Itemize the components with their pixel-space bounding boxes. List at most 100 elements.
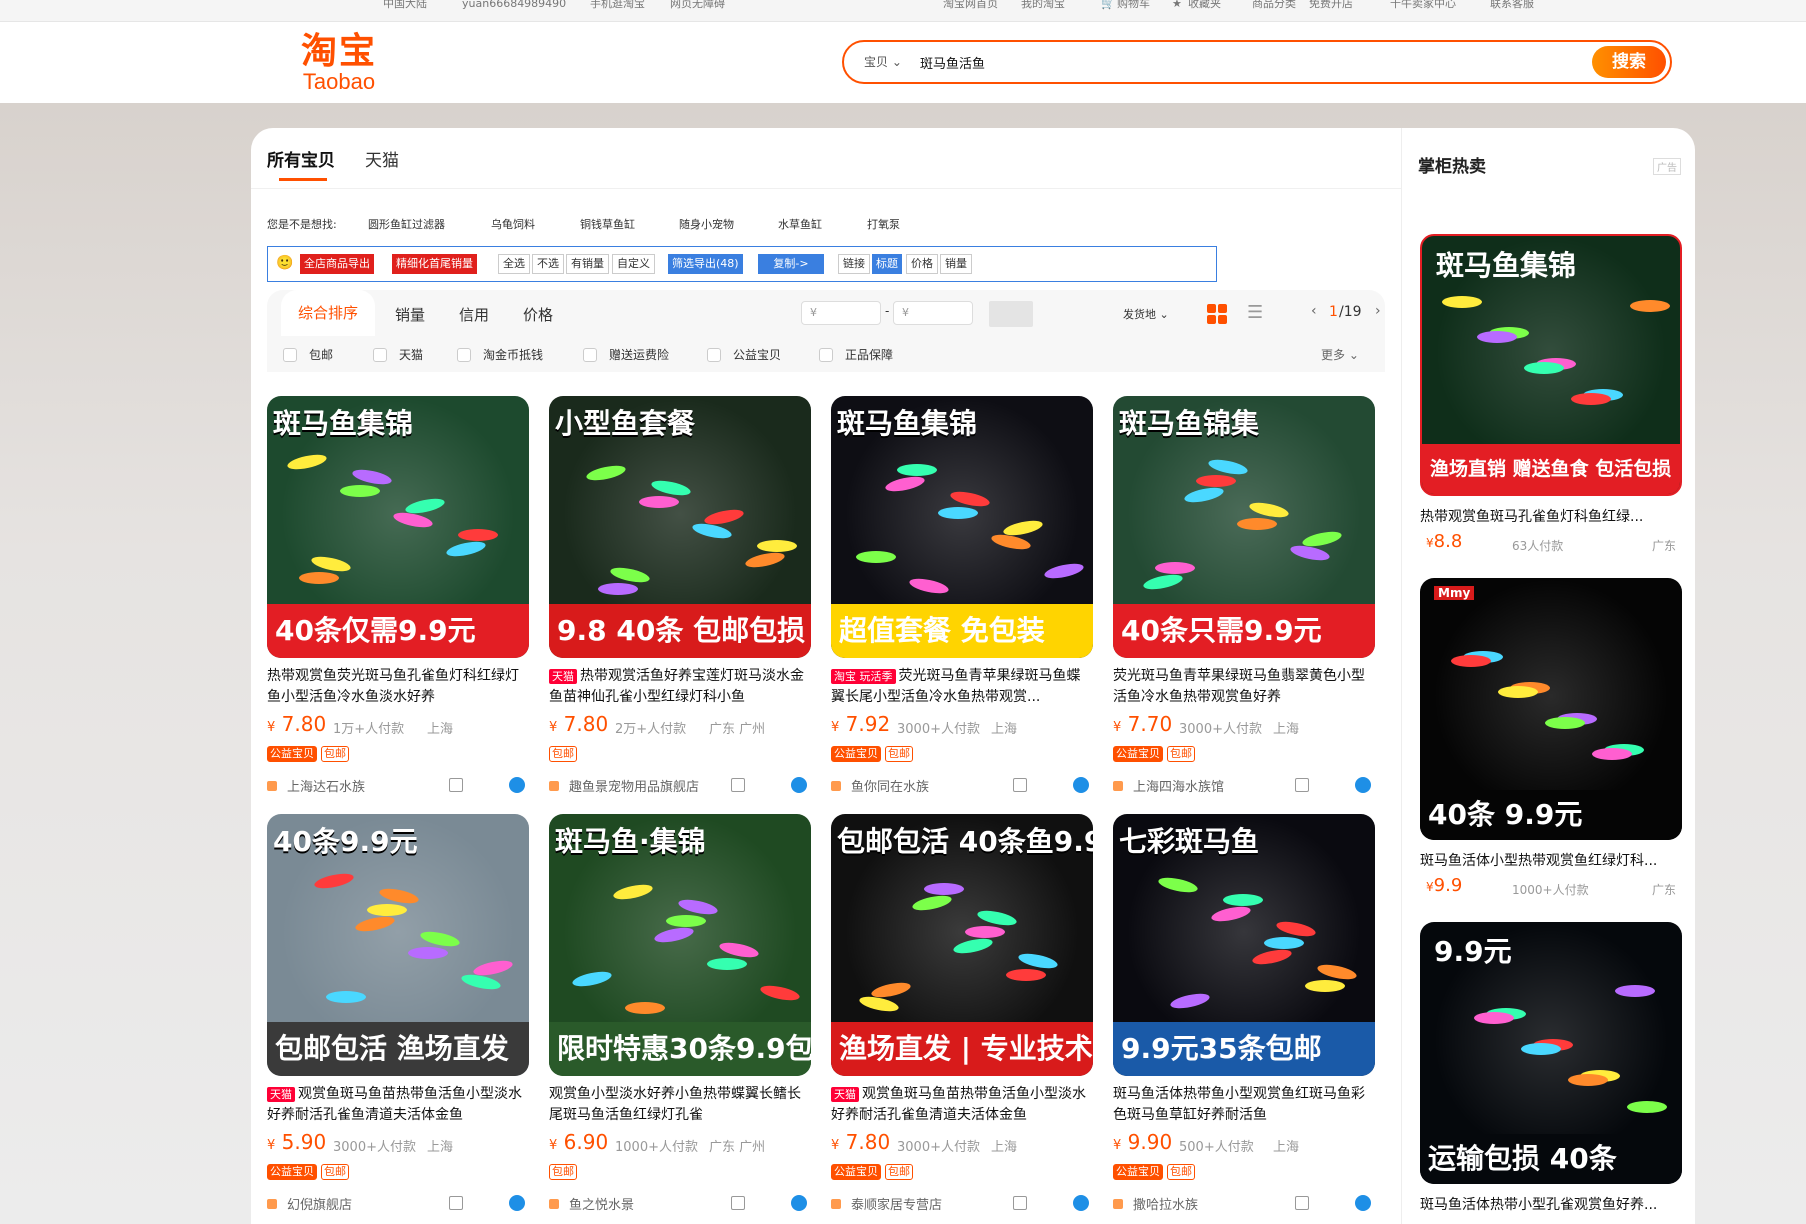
related-search-item[interactable]: 圆形鱼缸过滤器 [368,216,445,232]
copy-link-option[interactable]: 链接 [838,254,870,274]
filter-tmall[interactable]: 天猫 [373,346,423,363]
wangwang-chat-icon[interactable] [509,1195,525,1211]
checkbox[interactable] [283,348,297,362]
compare-checkbox[interactable] [1295,1196,1309,1210]
price-max-input[interactable]: ¥ [893,301,973,325]
sidebar-product-image[interactable]: 斑马鱼集锦 渔场直销 赠送鱼食 包活包损 [1420,234,1682,496]
service-link[interactable]: 联系客服 [1490,0,1534,10]
wangwang-chat-icon[interactable] [791,1195,807,1211]
product-card[interactable]: 斑马鱼锦集 40条只需9.9元 荧光斑马鱼青苹果绿斑马鱼翡翠黄色小型活鱼冷水鱼热… [1113,396,1375,796]
related-search-item[interactable]: 水草鱼缸 [778,216,822,232]
search-button[interactable]: 搜索 [1592,46,1666,78]
sidebar-product-title[interactable]: 热带观赏鱼斑马孔雀鱼灯科鱼红绿... [1420,506,1682,526]
filter-coins[interactable]: 淘金币抵钱 [457,346,543,363]
shop-link[interactable]: 上海达石水族 [267,776,365,795]
product-title[interactable]: 天猫 观赏鱼斑马鱼苗热带鱼活鱼小型淡水好养耐活孔雀鱼清道夫活体金鱼 [831,1084,1093,1126]
related-search-item[interactable]: 铜钱草鱼缸 [580,216,635,232]
product-image[interactable]: 包邮包活 40条鱼9.9 渔场直发 | 专业技术指导 [831,814,1093,1076]
shop-link[interactable]: 幻倪旗舰店 [267,1194,352,1213]
related-search-item[interactable]: 打氧泵 [867,216,900,232]
search-scope-dropdown[interactable]: 宝贝 ⌄ [864,53,902,70]
shop-link[interactable]: 趣鱼景宠物用品旗舰店 [549,776,699,795]
product-card[interactable]: 七彩斑马鱼 9.9元35条包邮 斑马鱼活体热带鱼小型观赏鱼红斑马鱼彩色斑马鱼草缸… [1113,814,1375,1214]
wangwang-chat-icon[interactable] [1073,1195,1089,1211]
more-filters-button[interactable]: 更多 ⌄ [1321,346,1359,363]
sidebar-product-image[interactable]: Mmy 40条 9.9元 [1420,578,1682,840]
next-page-icon[interactable]: › [1375,303,1381,319]
wangwang-chat-icon[interactable] [1355,1195,1371,1211]
export-all-button[interactable]: 全店商品导出 [300,254,374,274]
open-shop-link[interactable]: 免费开店 [1309,0,1353,10]
product-image[interactable]: 斑马鱼·集锦 限时特惠30条9.9包邮 [549,814,811,1076]
select-all-button[interactable]: 全选 [498,254,530,274]
compare-checkbox[interactable] [731,1196,745,1210]
shop-link[interactable]: 泰顺家居专营店 [831,1194,942,1213]
compare-checkbox[interactable] [449,1196,463,1210]
sort-sales[interactable]: 销量 [395,304,425,325]
filter-charity[interactable]: 公益宝贝 [707,346,781,363]
checkbox[interactable] [707,348,721,362]
product-card[interactable]: 包邮包活 40条鱼9.9 渔场直发 | 专业技术指导 天猫观赏鱼斑马鱼苗热带鱼活… [831,814,1093,1214]
product-title[interactable]: 天猫 热带观赏活鱼好养宝莲灯斑马淡水金鱼苗神仙孔雀小型红绿灯科小鱼 [549,666,811,708]
product-image[interactable]: 七彩斑马鱼 9.9元35条包邮 [1113,814,1375,1076]
product-title[interactable]: 热带观赏鱼荧光斑马鱼孔雀鱼灯科红绿灯鱼小型活鱼冷水鱼淡水好养 [267,666,529,708]
sidebar-product-image[interactable]: 9.9元 运输包损 40条 [1420,922,1682,1184]
list-view-icon[interactable]: ☰ [1247,304,1263,322]
wangwang-chat-icon[interactable] [791,777,807,793]
copy-title-option[interactable]: 标题 [872,254,902,274]
checkbox[interactable] [373,348,387,362]
accessibility-link[interactable]: 网页无障碍 [670,0,725,10]
taobao-logo[interactable]: 淘宝 Taobao [292,31,386,95]
region-selector[interactable]: 中国大陆 [383,0,427,10]
product-title[interactable]: 观赏鱼小型淡水好养小鱼热带蝶翼长鳍长尾斑马鱼活鱼红绿灯孔雀 [549,1084,811,1126]
filter-free-shipping[interactable]: 包邮 [283,346,333,363]
sidebar-product-title[interactable]: 斑马鱼活体热带小型孔雀观赏鱼好养... [1420,1194,1682,1214]
product-image[interactable]: 斑马鱼集锦 40条仅需9.9元 [267,396,529,658]
home-link[interactable]: 淘宝网首页 [943,0,998,10]
shop-link[interactable]: 撒哈拉水族 [1113,1194,1198,1213]
select-none-button[interactable]: 不选 [532,254,564,274]
checkbox[interactable] [583,348,597,362]
product-title[interactable]: 荧光斑马鱼青苹果绿斑马鱼翡翠黄色小型活鱼冷水鱼热带观赏鱼好养 [1113,666,1375,708]
product-title[interactable]: 天猫 观赏鱼斑马鱼苗热带鱼活鱼小型淡水好养耐活孔雀鱼清道夫活体金鱼 [267,1084,529,1126]
product-card[interactable]: 斑马鱼·集锦 限时特惠30条9.9包邮 观赏鱼小型淡水好养小鱼热带蝶翼长鳍长尾斑… [549,814,811,1214]
filter-shipping-insurance[interactable]: 赠送运费险 [583,346,669,363]
product-image[interactable]: 40条9.9元 包邮包活 渔场直发 [267,814,529,1076]
search-input[interactable] [920,50,1420,74]
product-title[interactable]: 斑马鱼活体热带鱼小型观赏鱼红斑马鱼彩色斑马鱼草缸好养耐活鱼 [1113,1084,1375,1126]
product-card[interactable]: 小型鱼套餐 9.8 40条 包邮包损 天猫 热带观赏活鱼好养宝莲灯斑马淡水金鱼苗神… [549,396,811,796]
wangwang-chat-icon[interactable] [1073,777,1089,793]
shop-link[interactable]: 上海四海水族馆 [1113,776,1224,795]
categories-link[interactable]: 商品分类 [1252,0,1296,10]
product-image[interactable]: 小型鱼套餐 9.8 40条 包邮包损 [549,396,811,658]
product-card[interactable]: 40条9.9元 包邮包活 渔场直发 天猫 观赏鱼斑马鱼苗热带鱼活鱼小型淡水好养耐活… [267,814,529,1214]
tab-all-items[interactable]: 所有宝贝 [267,146,335,181]
sort-comprehensive[interactable]: 综合排序 [281,290,375,336]
product-card[interactable]: 斑马鱼集锦 超值套餐 免包装 淘宝 玩活季 荧光斑马鱼青苹果绿斑马鱼蝶翼长尾小型活… [831,396,1093,796]
shop-link[interactable]: 鱼你同在水族 [831,776,929,795]
product-image[interactable]: 斑马鱼集锦 超值套餐 免包装 [831,396,1093,658]
ship-from-dropdown[interactable]: 发货地 ⌄ [1123,306,1169,322]
checkbox[interactable] [819,348,833,362]
tab-tmall[interactable]: 天猫 [365,146,399,171]
price-min-input[interactable]: ¥ [801,301,881,325]
compare-checkbox[interactable] [1295,778,1309,792]
sidebar-product-title[interactable]: 斑马鱼活体小型热带观赏鱼红绿灯科... [1420,850,1682,870]
compare-checkbox[interactable] [1013,778,1027,792]
has-sales-button[interactable]: 有销量 [566,254,609,274]
seller-center-link[interactable]: 千牛卖家中心 [1390,0,1456,10]
related-search-item[interactable]: 随身小宠物 [679,216,734,232]
grid-view-icon[interactable] [1207,304,1227,324]
refine-sales-button[interactable]: 精细化首尾销量 [392,254,477,274]
related-search-item[interactable]: 乌龟饲料 [491,216,535,232]
filter-export-button[interactable]: 筛选导出(48) [668,254,743,274]
mobile-link[interactable]: 手机逛淘宝 [590,0,645,10]
product-card[interactable]: 斑马鱼集锦 40条仅需9.9元 热带观赏鱼荧光斑马鱼孔雀鱼灯科红绿灯鱼小型活鱼冷… [267,396,529,796]
copy-button[interactable]: 复制-> [758,254,824,274]
copy-price-option[interactable]: 价格 [906,254,938,274]
copy-sales-option[interactable]: 销量 [940,254,972,274]
custom-button[interactable]: 自定义 [612,254,655,274]
compare-checkbox[interactable] [449,778,463,792]
product-image[interactable]: 斑马鱼锦集 40条只需9.9元 [1113,396,1375,658]
shop-link[interactable]: 鱼之悦水景 [549,1194,634,1213]
